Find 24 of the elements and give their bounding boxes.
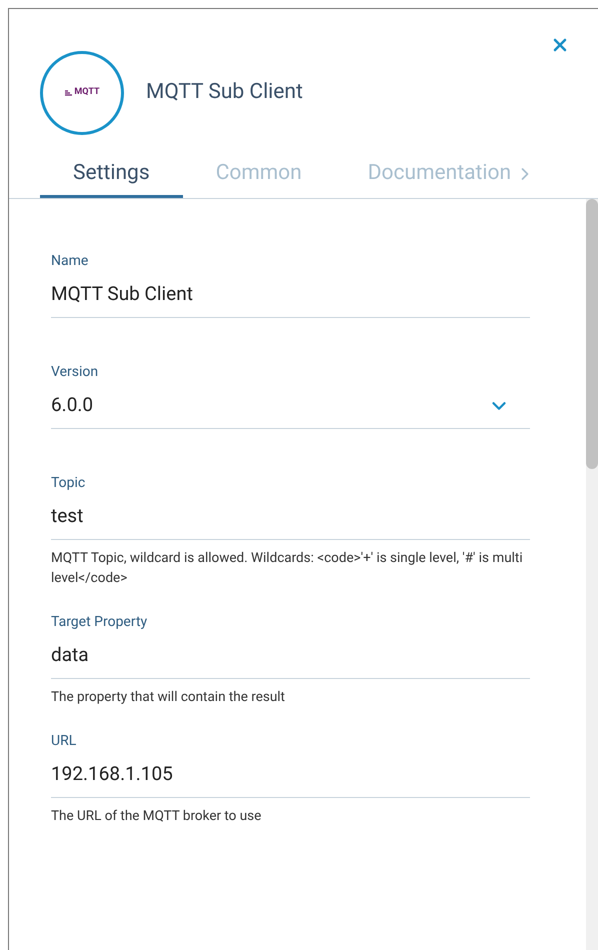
field-label: Target Property: [51, 613, 148, 632]
field-value: 6.0.0: [51, 392, 94, 418]
field-value: MQTT Sub Client: [51, 281, 193, 308]
input-field[interactable]: test: [51, 494, 530, 540]
input-field[interactable]: data: [51, 633, 530, 679]
field-label: Topic: [51, 474, 86, 493]
logo-text: MQTT: [74, 86, 100, 100]
help-text: MQTT Topic, wildcard is allowed. Wildcards: <code>'+' is single level, '#' is multi level</code>: [51, 549, 524, 588]
field-value: 192.168.1.105: [51, 761, 173, 788]
help-text: The URL of the MQTT broker to use: [51, 807, 262, 826]
field-label: URL: [51, 732, 78, 751]
field-value: data: [51, 642, 89, 668]
field-label: Version: [51, 363, 100, 382]
scrollbar[interactable]: [586, 199, 598, 950]
input-field[interactable]: 192.168.1.105: [51, 752, 530, 798]
help-text: The property that will contain the result: [51, 688, 286, 707]
field-value: test: [51, 503, 84, 530]
scrollbar-thumb[interactable]: [586, 199, 598, 469]
field-label: Name: [51, 252, 90, 271]
version-select[interactable]: 6.0.0: [51, 383, 530, 429]
tab[interactable]: Settings: [40, 153, 183, 198]
signal-icon: [64, 90, 74, 96]
input-field[interactable]: MQTT Sub Client: [51, 272, 530, 318]
panel-title: MQTT Sub Client: [146, 79, 303, 106]
